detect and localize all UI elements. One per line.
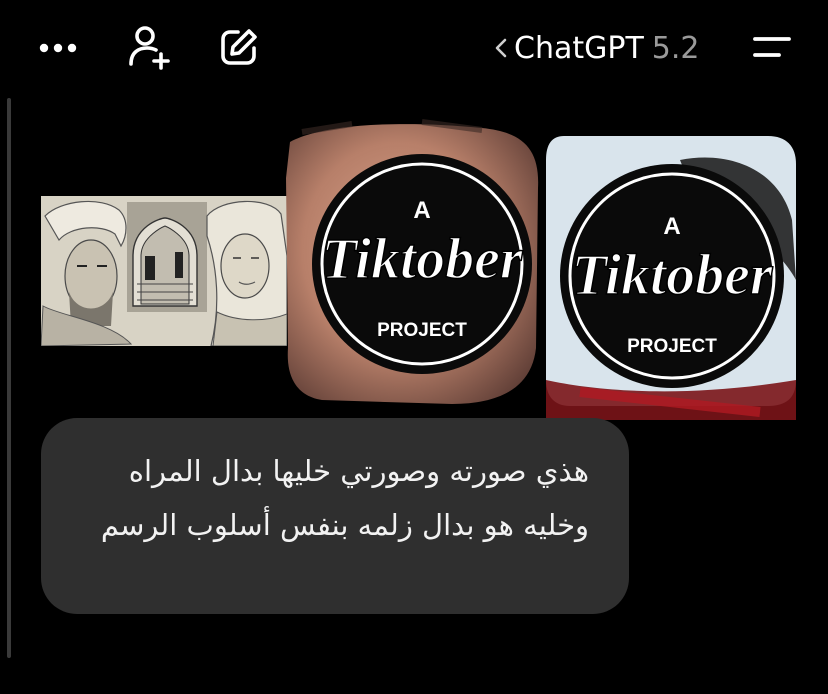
logo-top-letter: A — [663, 213, 680, 240]
top-bar: ChatGPT 5.2 — [0, 0, 828, 100]
attachment-logo-image-1[interactable]: A Tiktober PROJECT — [282, 118, 544, 408]
user-message-bubble[interactable]: هذي صورته وصورتي خليها بدال المراه وخليه… — [41, 418, 629, 614]
tiktober-logo-image: A Tiktober PROJECT — [286, 119, 539, 404]
menu-button[interactable] — [744, 22, 798, 72]
tiktober-logo-image: A Tiktober PROJECT — [546, 136, 796, 420]
scroll-indicator — [7, 98, 11, 658]
logo-script-text: Tiktober — [572, 242, 773, 307]
attachment-sketch-image[interactable] — [41, 196, 287, 346]
logo-bottom-text: PROJECT — [627, 336, 717, 357]
logo-bottom-text: PROJECT — [377, 320, 467, 341]
logo-script-text: Tiktober — [322, 226, 523, 291]
sketch-illustration — [41, 196, 287, 346]
more-horizontal-icon — [39, 43, 77, 53]
attachment-logo-image-2[interactable]: A Tiktober PROJECT — [540, 130, 802, 422]
chevron-left-icon — [495, 38, 507, 58]
model-selector[interactable]: ChatGPT 5.2 — [490, 26, 700, 70]
add-people-button[interactable] — [124, 22, 174, 72]
edit-icon — [221, 29, 257, 65]
model-version: 5.2 — [651, 30, 700, 66]
add-user-icon — [129, 26, 170, 70]
menu-icon — [753, 37, 791, 57]
model-name: ChatGPT — [514, 30, 644, 66]
new-chat-button[interactable] — [214, 22, 264, 72]
user-message-text: هذي صورته وصورتي خليها بدال المراه وخليه… — [100, 454, 589, 542]
more-options-button[interactable] — [34, 28, 82, 68]
logo-top-letter: A — [413, 197, 430, 224]
